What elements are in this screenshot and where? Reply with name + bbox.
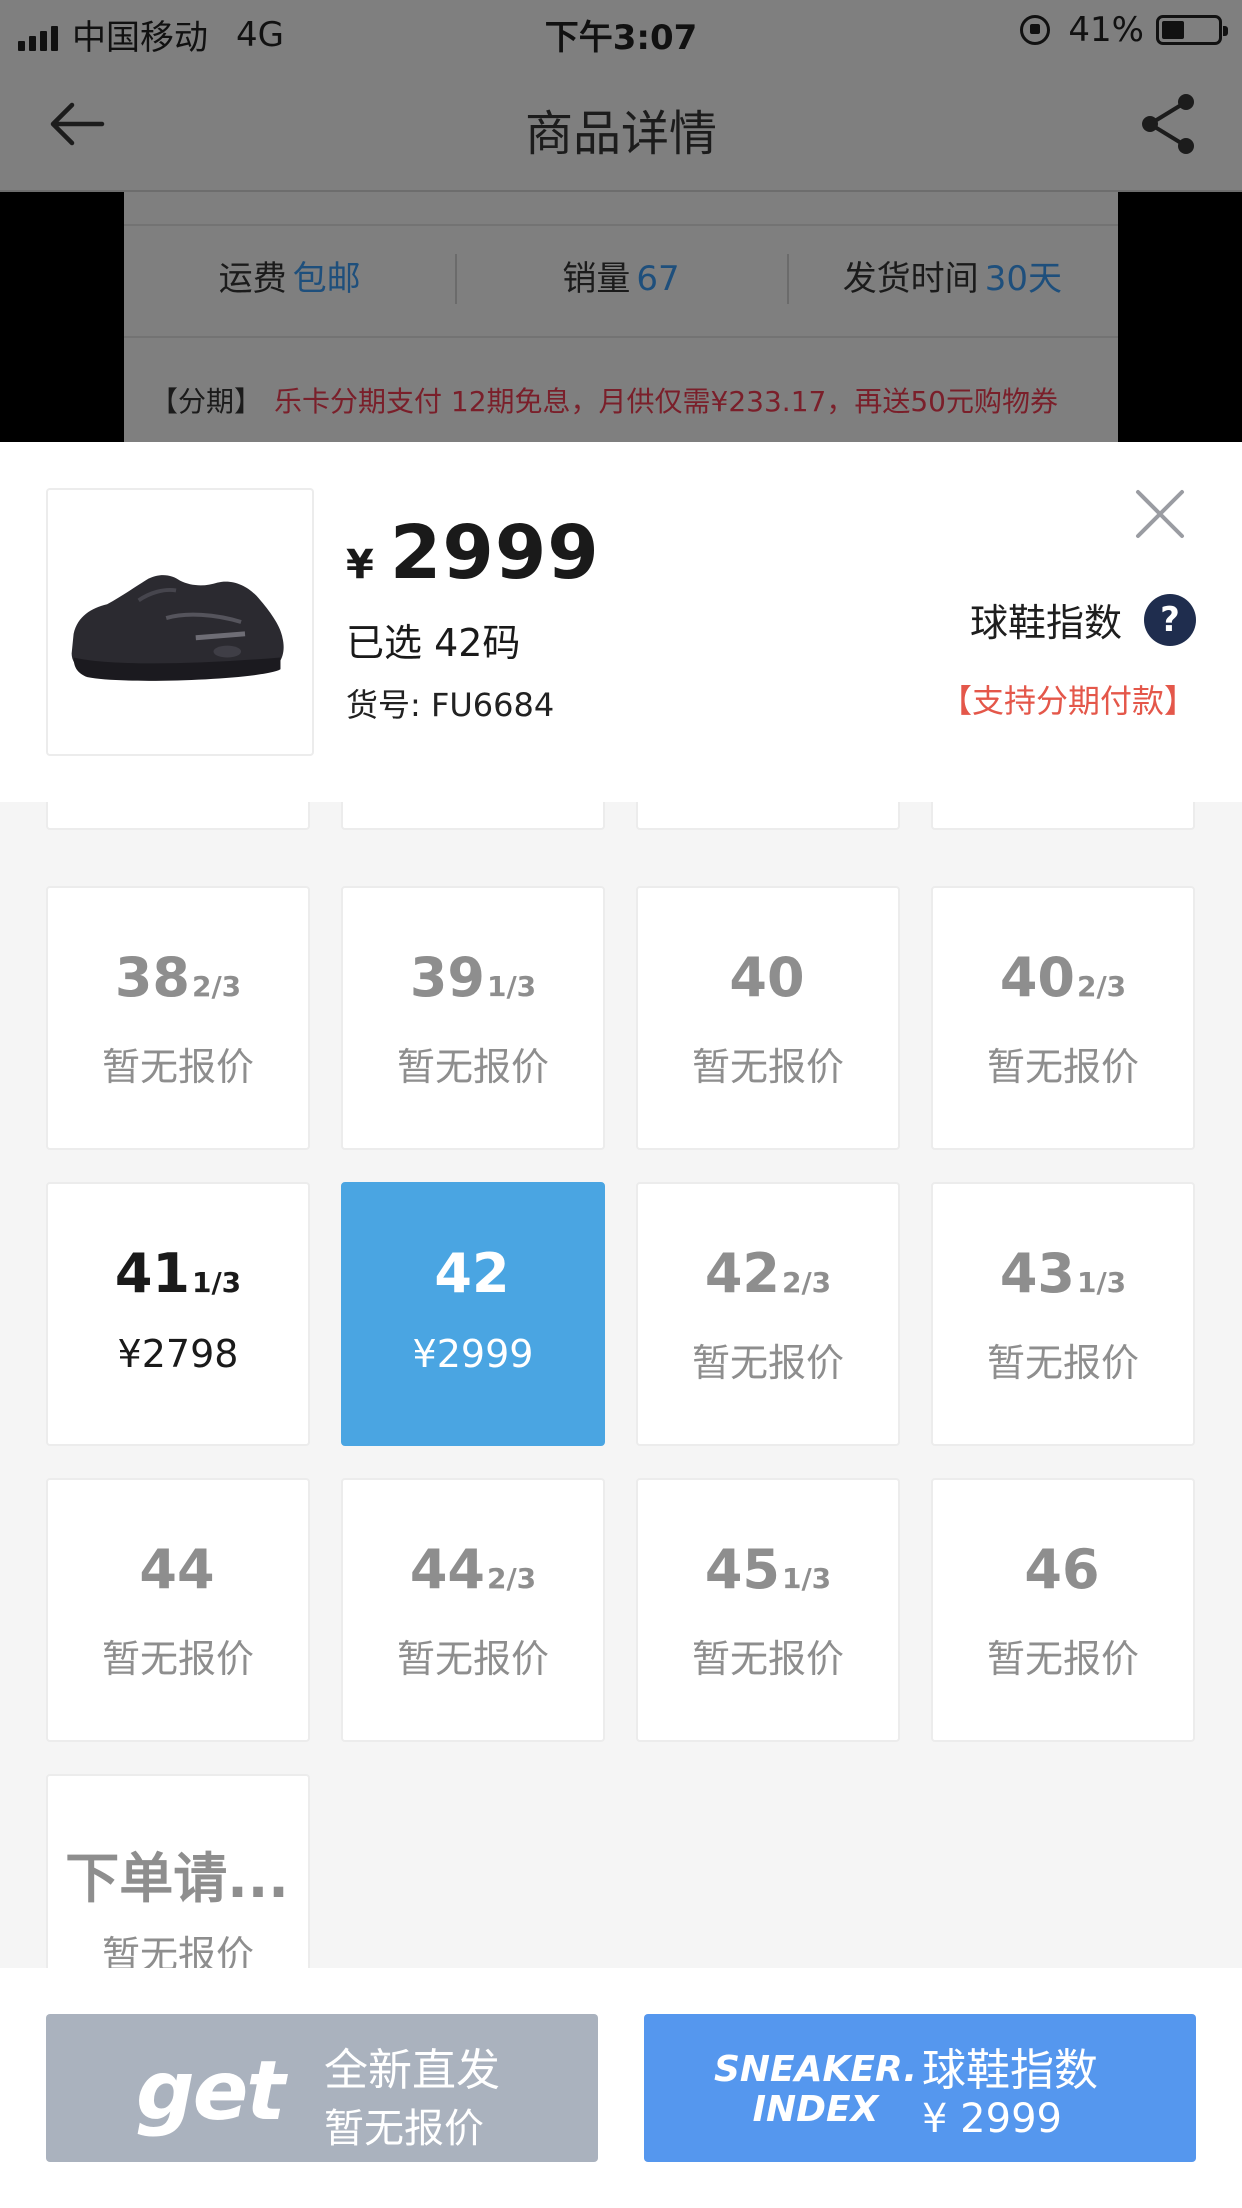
size-label: 391/3 <box>409 946 537 1009</box>
size-price: 暂无报价 <box>986 1341 1139 1385</box>
size-option[interactable]: 391/3 暂无报价 <box>341 886 605 1150</box>
size-price: 暂无报价 <box>396 1637 549 1681</box>
size-label: 431/3 <box>999 1242 1127 1305</box>
size-option[interactable]: 40 暂无报价 <box>636 886 900 1150</box>
size-option[interactable]: 451/3 暂无报价 <box>636 1478 900 1742</box>
size-label: 下单请... <box>65 1847 289 1910</box>
sneaker-image <box>71 575 284 681</box>
size-price: 暂无报价 <box>101 1045 254 1089</box>
price: ¥ 2999 <box>346 510 600 596</box>
sneaker-index-info[interactable]: 球鞋指数 ? <box>970 592 1196 647</box>
size-price: 暂无报价 <box>691 1341 844 1385</box>
nav-bar: 商品详情 <box>0 62 1242 192</box>
product-stats: 运费 包邮 销量 67 发货时间 30天 <box>124 224 1118 338</box>
size-price: ¥2798 <box>117 1332 239 1376</box>
size-label: 46 <box>1024 1538 1100 1601</box>
size-price: 暂无报价 <box>396 1045 549 1089</box>
sku-number: 货号: FU6684 <box>346 686 555 724</box>
sneaker-index-button[interactable]: SNEAKER. INDEX 球鞋指数 ¥ 2999 <box>644 2014 1196 2162</box>
status-right: 41% <box>1020 10 1228 50</box>
size-option[interactable]: 442/3 暂无报价 <box>341 1478 605 1742</box>
size-option[interactable]: 46 暂无报价 <box>931 1478 1195 1742</box>
size-label: 40 <box>729 946 805 1009</box>
installment-banner: 【分期】 乐卡分期支付 12期免息，月供仅需¥233.17，再送50元购物券 <box>150 385 1058 418</box>
size-price: 暂无报价 <box>691 1637 844 1681</box>
get-button-price: 暂无报价 <box>324 2106 484 2152</box>
stat-shipping: 运费 包邮 <box>218 259 361 299</box>
size-selector-sheet: ¥ 2999 已选 42码 货号: FU6684 球鞋指数 ? 【支持分期付款】… <box>0 442 1242 2208</box>
size-option[interactable]: 402/3 暂无报价 <box>931 886 1195 1150</box>
page-title: 商品详情 <box>524 106 717 162</box>
size-price: 暂无报价 <box>691 1045 844 1089</box>
size-price: 暂无报价 <box>101 1637 254 1681</box>
product-thumbnail <box>46 488 314 756</box>
sneaker-index-button-title: 球鞋指数 <box>922 2045 1098 2096</box>
share-icon[interactable] <box>1130 86 1206 162</box>
sneaker-index-label: 球鞋指数 <box>969 601 1122 645</box>
sheet-header: ¥ 2999 已选 42码 货号: FU6684 球鞋指数 ? 【支持分期付款】 <box>0 442 1242 802</box>
price-value: 2999 <box>389 510 600 596</box>
close-icon[interactable] <box>1134 488 1186 540</box>
size-label: 411/3 <box>114 1242 242 1305</box>
size-label: 382/3 <box>114 946 242 1009</box>
size-option[interactable]: 431/3 暂无报价 <box>931 1182 1195 1446</box>
product-detail-card: 运费 包邮 销量 67 发货时间 30天 【分期】 乐卡分期支付 12期免息，月供仅需¥… <box>124 192 1118 442</box>
size-label: 42 <box>434 1242 510 1305</box>
size-cell-partial[interactable] <box>46 802 310 830</box>
size-grid: 382/3 暂无报价 391/3 暂无报价 40 暂无报价 402/3 暂无报价 411/3 ¥2… <box>0 802 1242 1968</box>
get-logo: get <box>136 2044 286 2139</box>
size-option[interactable]: 42 ¥2999 <box>341 1182 605 1446</box>
size-cell-partial[interactable] <box>931 802 1195 830</box>
stat-sales: 销量 67 <box>455 226 786 336</box>
sneaker-index-button-price: ¥ 2999 <box>922 2096 1062 2142</box>
size-label: 451/3 <box>704 1538 832 1601</box>
stat-ship-time: 发货时间 30天 <box>786 226 1118 336</box>
size-label: 44 <box>139 1538 215 1601</box>
purchase-footer: get 全新直发 暂无报价 SNEAKER. INDEX 球鞋指数 ¥ 2999 <box>0 1968 1242 2208</box>
size-option[interactable]: 44 暂无报价 <box>46 1478 310 1742</box>
size-label: 402/3 <box>999 946 1127 1009</box>
size-cell-partial[interactable] <box>636 802 900 830</box>
selected-size: 已选 42码 <box>346 621 521 665</box>
size-option[interactable]: 下单请... 暂无报价 <box>46 1774 310 1968</box>
size-price: 暂无报价 <box>986 1637 1139 1681</box>
sneaker-index-logo: SNEAKER. INDEX <box>714 2049 918 2130</box>
size-option[interactable]: 422/3 暂无报价 <box>636 1182 900 1446</box>
price-currency: ¥ <box>346 542 374 588</box>
status-bar: 中国移动 4G 下午3:07 41% <box>0 0 1242 62</box>
size-option[interactable]: 411/3 ¥2798 <box>46 1182 310 1446</box>
get-new-button[interactable]: get 全新直发 暂无报价 <box>46 2014 598 2162</box>
size-price: 暂无报价 <box>101 1933 254 1968</box>
size-price: ¥2999 <box>412 1332 534 1376</box>
rotation-lock-icon <box>1020 15 1051 45</box>
size-label: 422/3 <box>704 1242 832 1305</box>
size-option[interactable]: 382/3 暂无报价 <box>46 886 310 1150</box>
installment-note: 【支持分期付款】 <box>939 682 1196 720</box>
battery-percent: 41% <box>1068 10 1144 50</box>
get-button-title: 全新直发 <box>324 2045 500 2096</box>
size-cell-partial[interactable] <box>341 802 605 830</box>
help-icon[interactable]: ? <box>1144 593 1196 646</box>
size-label: 442/3 <box>409 1538 537 1601</box>
size-price: 暂无报价 <box>986 1045 1139 1089</box>
battery-icon <box>1156 15 1228 45</box>
product-detail-background: 运费 包邮 销量 67 发货时间 30天 【分期】 乐卡分期支付 12期免息，月供仅需¥… <box>0 192 1242 442</box>
